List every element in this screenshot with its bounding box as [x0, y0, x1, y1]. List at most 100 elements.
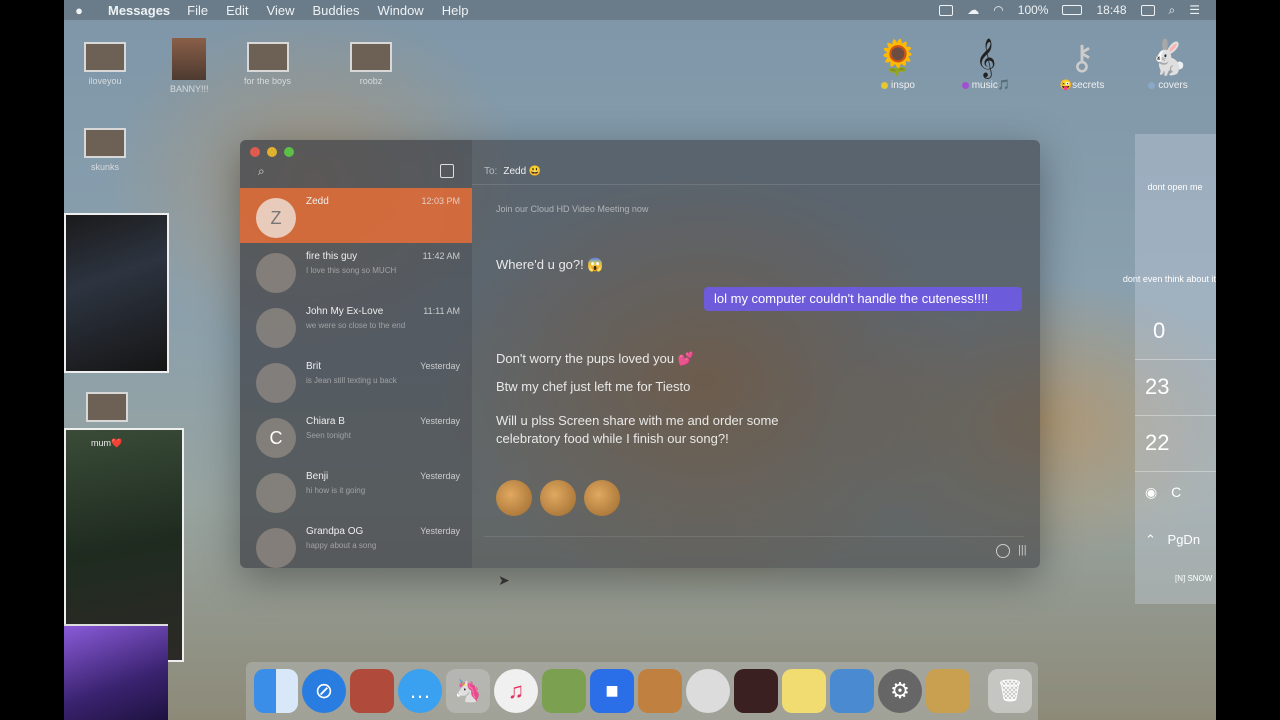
conversation-time: 11:11 AM: [423, 306, 460, 316]
close-window-button[interactable]: [250, 147, 260, 157]
image-thumbnail: [84, 42, 126, 72]
mouse-cursor-icon: ➤: [498, 572, 510, 588]
desktop-icon-label: BANNY!!!: [170, 84, 209, 94]
menu-window[interactable]: Window: [368, 3, 432, 18]
clock[interactable]: 18:48: [1096, 3, 1126, 17]
chevron-up-icon: ⌃: [1145, 532, 1156, 547]
desktop-icon-roobz[interactable]: roobz: [350, 42, 392, 86]
recipient-header: To: Zedd 😃: [484, 166, 541, 177]
conversation-item-brit[interactable]: Brit Yesterday is Jean still texting u b…: [240, 353, 472, 408]
zoom-icon[interactable]: ■: [590, 669, 634, 713]
menu-app-name[interactable]: Messages: [94, 3, 178, 18]
image-thumbnail: [172, 38, 207, 80]
maps-icon[interactable]: [542, 669, 586, 713]
outgoing-message: lol my computer couldn't handle the cute…: [704, 287, 1022, 311]
widget-row: 0: [1135, 304, 1216, 360]
menu-bar: ● Messages File Edit View Buddies Window…: [64, 0, 1216, 20]
conversation-name: Benji: [306, 471, 329, 482]
conversation-preview: hi how is it going: [306, 486, 366, 495]
desktop-folder-secrets[interactable]: ⚷ 😜secrets: [1048, 36, 1116, 91]
menu-edit[interactable]: Edit: [217, 3, 257, 18]
menu-buddies[interactable]: Buddies: [303, 3, 368, 18]
photobooth-icon[interactable]: [734, 669, 778, 713]
desktop-icon-skunks[interactable]: skunks: [84, 128, 126, 172]
screen-record-icon[interactable]: [939, 4, 954, 16]
conversation-item-zedd[interactable]: Z Zedd 12:03 PM: [240, 188, 472, 243]
conversation-item-benji[interactable]: Benji Yesterday hi how is it going: [240, 463, 472, 518]
message-input[interactable]: [484, 536, 1024, 560]
menu-view[interactable]: View: [258, 3, 304, 18]
audio-message-icon[interactable]: |||: [1018, 544, 1030, 558]
stickies-icon[interactable]: [782, 669, 826, 713]
webcam-feed-3: [64, 624, 168, 720]
conversation-preview: we were so close to the end: [306, 321, 406, 330]
launchpad-icon[interactable]: 🦄: [446, 669, 490, 713]
conversation-item-john[interactable]: John My Ex-Love 11:11 AM we were so clos…: [240, 298, 472, 353]
key-row[interactable]: ⌃ PgDn: [1145, 532, 1200, 548]
compose-icon[interactable]: [440, 164, 454, 178]
key-row[interactable]: ◉ C: [1145, 484, 1181, 501]
image-thumbnail: [84, 128, 126, 158]
key-label: C: [1171, 484, 1182, 500]
tag-dot: [1148, 81, 1156, 89]
system-preferences-icon[interactable]: ⚙: [878, 669, 922, 713]
search-icon[interactable]: ⌕: [258, 164, 274, 180]
wifi-icon[interactable]: ◠: [993, 3, 1003, 17]
calendar-icon[interactable]: [1140, 4, 1155, 16]
desktop-folder-inspo[interactable]: 🌻 inspo: [864, 36, 932, 91]
cookie-emoji: [496, 480, 532, 516]
image-thumbnail: [86, 392, 128, 422]
dock: ⊘ … 🦄 ♫ ■ ⚙ 🗑: [246, 662, 1038, 720]
notification-center-icon[interactable]: ☰: [1189, 3, 1200, 17]
avatar: Z: [256, 198, 296, 238]
minimize-window-button[interactable]: [267, 147, 277, 157]
emoji-icon[interactable]: [996, 544, 1010, 558]
desktop-folder-music[interactable]: 𝄞 music🎵: [952, 36, 1020, 91]
desktop-icon-label: skunks: [90, 162, 119, 172]
conversation-item-chiara[interactable]: C Chiara B Yesterday Seen tonight: [240, 408, 472, 463]
circle-icon: ◉: [1145, 484, 1158, 500]
conversation-time: 11:42 AM: [422, 251, 460, 261]
conversation-name: Brit: [306, 361, 321, 372]
folder-icon[interactable]: [926, 669, 970, 713]
logic-icon[interactable]: [686, 669, 730, 713]
avatar: C: [256, 418, 296, 458]
zoom-window-button[interactable]: [284, 147, 294, 157]
webcam-label: mum❤️: [91, 438, 123, 448]
music-icon[interactable]: ♫: [494, 669, 538, 713]
menu-help[interactable]: Help: [433, 3, 478, 18]
webcam-feed-1: [64, 213, 169, 373]
key-hint: [N] SNOW: [1175, 574, 1213, 583]
conversation-item-fire-this-guy[interactable]: fire this guy 11:42 AM I love this song …: [240, 243, 472, 298]
conversation-item-grandpa[interactable]: Grandpa OG Yesterday happy about a song: [240, 518, 472, 568]
battery-icon[interactable]: [1062, 5, 1083, 15]
finder-icon[interactable]: [254, 669, 298, 713]
garageband-icon[interactable]: [638, 669, 682, 713]
desktop-icon-image[interactable]: [86, 392, 128, 426]
menu-file[interactable]: File: [178, 3, 217, 18]
avatar: [256, 253, 296, 293]
conversation-name: fire this guy: [306, 251, 358, 262]
widget-row: 23: [1135, 360, 1216, 416]
apple-menu-icon[interactable]: ●: [64, 3, 94, 18]
conversation-name: John My Ex-Love: [306, 306, 384, 317]
desktop-folder-covers[interactable]: 🐇 covers: [1134, 36, 1202, 91]
conversation-name: Zedd: [306, 196, 329, 207]
tag-dot: [961, 81, 969, 89]
preview-icon[interactable]: [830, 669, 874, 713]
desktop-icon-for-the-boys[interactable]: for the boys: [244, 42, 291, 86]
desktop-icon-label: 😜secrets: [1059, 80, 1105, 91]
trash-icon[interactable]: 🗑: [988, 669, 1032, 713]
recipient-name[interactable]: Zedd 😃: [503, 166, 541, 177]
spotlight-search-icon[interactable]: ⌕: [1169, 3, 1176, 18]
creative-cloud-icon[interactable]: ☁: [967, 3, 979, 17]
desktop: ● Messages File Edit View Buddies Window…: [64, 0, 1216, 720]
messages-icon[interactable]: …: [398, 669, 442, 713]
photos-icon[interactable]: [350, 669, 394, 713]
safari-icon[interactable]: ⊘: [302, 669, 346, 713]
conversation-preview: I love this song so MUCH: [306, 266, 397, 275]
desktop-icon-iloveyou[interactable]: iloveyou: [84, 42, 126, 86]
desktop-icon-label: music🎵: [971, 80, 1011, 91]
desktop-icon-label: inspo: [891, 80, 915, 91]
desktop-icon-banny[interactable]: BANNY!!!: [170, 38, 209, 94]
